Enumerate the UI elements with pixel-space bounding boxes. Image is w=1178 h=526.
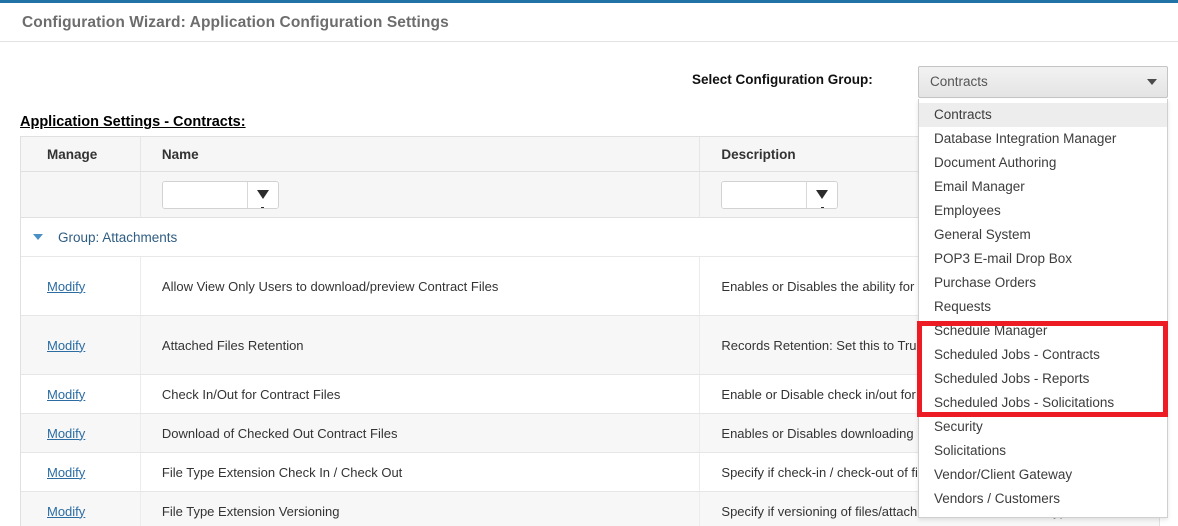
column-header-manage[interactable]: Manage — [21, 137, 141, 171]
dropdown-option-requests[interactable]: Requests — [919, 295, 1167, 319]
row-manage-cell: Modify — [21, 453, 141, 491]
filter-cell-manage — [21, 171, 141, 218]
setting-name: Download of Checked Out Contract Files — [161, 425, 398, 441]
setting-name: Allow View Only Users to download/previe… — [161, 278, 499, 294]
setting-name: Attached Files Retention — [161, 337, 304, 353]
name-filter-button[interactable] — [246, 181, 278, 208]
select-configuration-group-label: Select Configuration Group: — [692, 72, 873, 87]
funnel-icon — [816, 190, 829, 208]
row-manage-cell: Modify — [21, 316, 141, 374]
page-title: Configuration Wizard: Application Config… — [22, 14, 449, 31]
dropdown-option-purchase-orders[interactable]: Purchase Orders — [919, 271, 1167, 295]
row-name-cell: Allow View Only Users to download/previe… — [141, 257, 701, 315]
modify-link[interactable]: Modify — [47, 426, 85, 441]
setting-description: Enables or Disables downloading — [721, 425, 914, 441]
dropdown-option-scheduled-jobs-contracts[interactable]: Scheduled Jobs - Contracts — [919, 343, 1167, 367]
row-name-cell: File Type Extension Versioning — [141, 492, 701, 526]
caret-down-icon[interactable] — [33, 234, 43, 240]
funnel-icon — [256, 190, 269, 208]
dropdown-option-document-authoring[interactable]: Document Authoring — [919, 151, 1167, 175]
setting-name: Check In/Out for Contract Files — [161, 386, 341, 402]
description-filter-input[interactable] — [722, 181, 807, 208]
dropdown-option-scheduled-jobs-reports[interactable]: Scheduled Jobs - Reports — [919, 367, 1167, 391]
modify-link[interactable]: Modify — [47, 279, 85, 294]
dropdown-option-email-manager[interactable]: Email Manager — [919, 175, 1167, 199]
row-manage-cell: Modify — [21, 375, 141, 413]
group-row-label: Group: Attachments — [58, 229, 178, 245]
dropdown-option-contracts[interactable]: Contracts — [919, 103, 1167, 127]
row-manage-cell: Modify — [21, 492, 141, 526]
dropdown-option-employees[interactable]: Employees — [919, 199, 1167, 223]
dropdown-option-scheduled-jobs-solicitations[interactable]: Scheduled Jobs - Solicitations — [919, 391, 1167, 415]
configuration-group-dropdown-list: Contracts Database Integration Manager D… — [918, 99, 1168, 518]
description-filter-button[interactable] — [806, 181, 838, 208]
name-filter-input[interactable] — [162, 181, 247, 208]
modify-link[interactable]: Modify — [47, 465, 85, 480]
configuration-group-selected-value: Contracts — [930, 74, 988, 89]
dropdown-option-security[interactable]: Security — [919, 415, 1167, 439]
row-name-cell: Download of Checked Out Contract Files — [141, 414, 701, 452]
configuration-wizard-page: Configuration Wizard: Application Config… — [0, 0, 1178, 526]
row-name-cell: Check In/Out for Contract Files — [141, 375, 701, 413]
chevron-down-icon[interactable] — [1147, 79, 1157, 85]
configuration-group-select[interactable]: Contracts — [918, 66, 1168, 98]
name-filter-box — [161, 180, 279, 209]
dropdown-option-vendor-client-gateway[interactable]: Vendor/Client Gateway — [919, 463, 1167, 487]
filter-cell-name — [141, 171, 701, 218]
description-filter-box — [721, 180, 839, 209]
modify-link[interactable]: Modify — [47, 387, 85, 402]
row-manage-cell: Modify — [21, 257, 141, 315]
setting-name: File Type Extension Versioning — [161, 503, 340, 519]
dropdown-option-general-system[interactable]: General System — [919, 223, 1167, 247]
section-heading: Application Settings - Contracts: — [20, 114, 246, 130]
modify-link[interactable]: Modify — [47, 504, 85, 519]
setting-description: Specify if check-in / check-out of fi — [721, 464, 918, 480]
dropdown-option-solicitations[interactable]: Solicitations — [919, 439, 1167, 463]
modify-link[interactable]: Modify — [47, 338, 85, 353]
row-name-cell: Attached Files Retention — [141, 316, 701, 374]
app-header: Configuration Wizard: Application Config… — [0, 0, 1178, 42]
dropdown-option-vendors-customers[interactable]: Vendors / Customers — [919, 487, 1167, 511]
setting-name: File Type Extension Check In / Check Out — [161, 464, 403, 480]
row-manage-cell: Modify — [21, 414, 141, 452]
column-header-name[interactable]: Name — [141, 137, 701, 171]
dropdown-option-database-integration-manager[interactable]: Database Integration Manager — [919, 127, 1167, 151]
row-name-cell: File Type Extension Check In / Check Out — [141, 453, 701, 491]
setting-description: Enable or Disable check in/out for — [721, 386, 916, 402]
dropdown-option-schedule-manager[interactable]: Schedule Manager — [919, 319, 1167, 343]
dropdown-option-pop3-email-drop-box[interactable]: POP3 E-mail Drop Box — [919, 247, 1167, 271]
